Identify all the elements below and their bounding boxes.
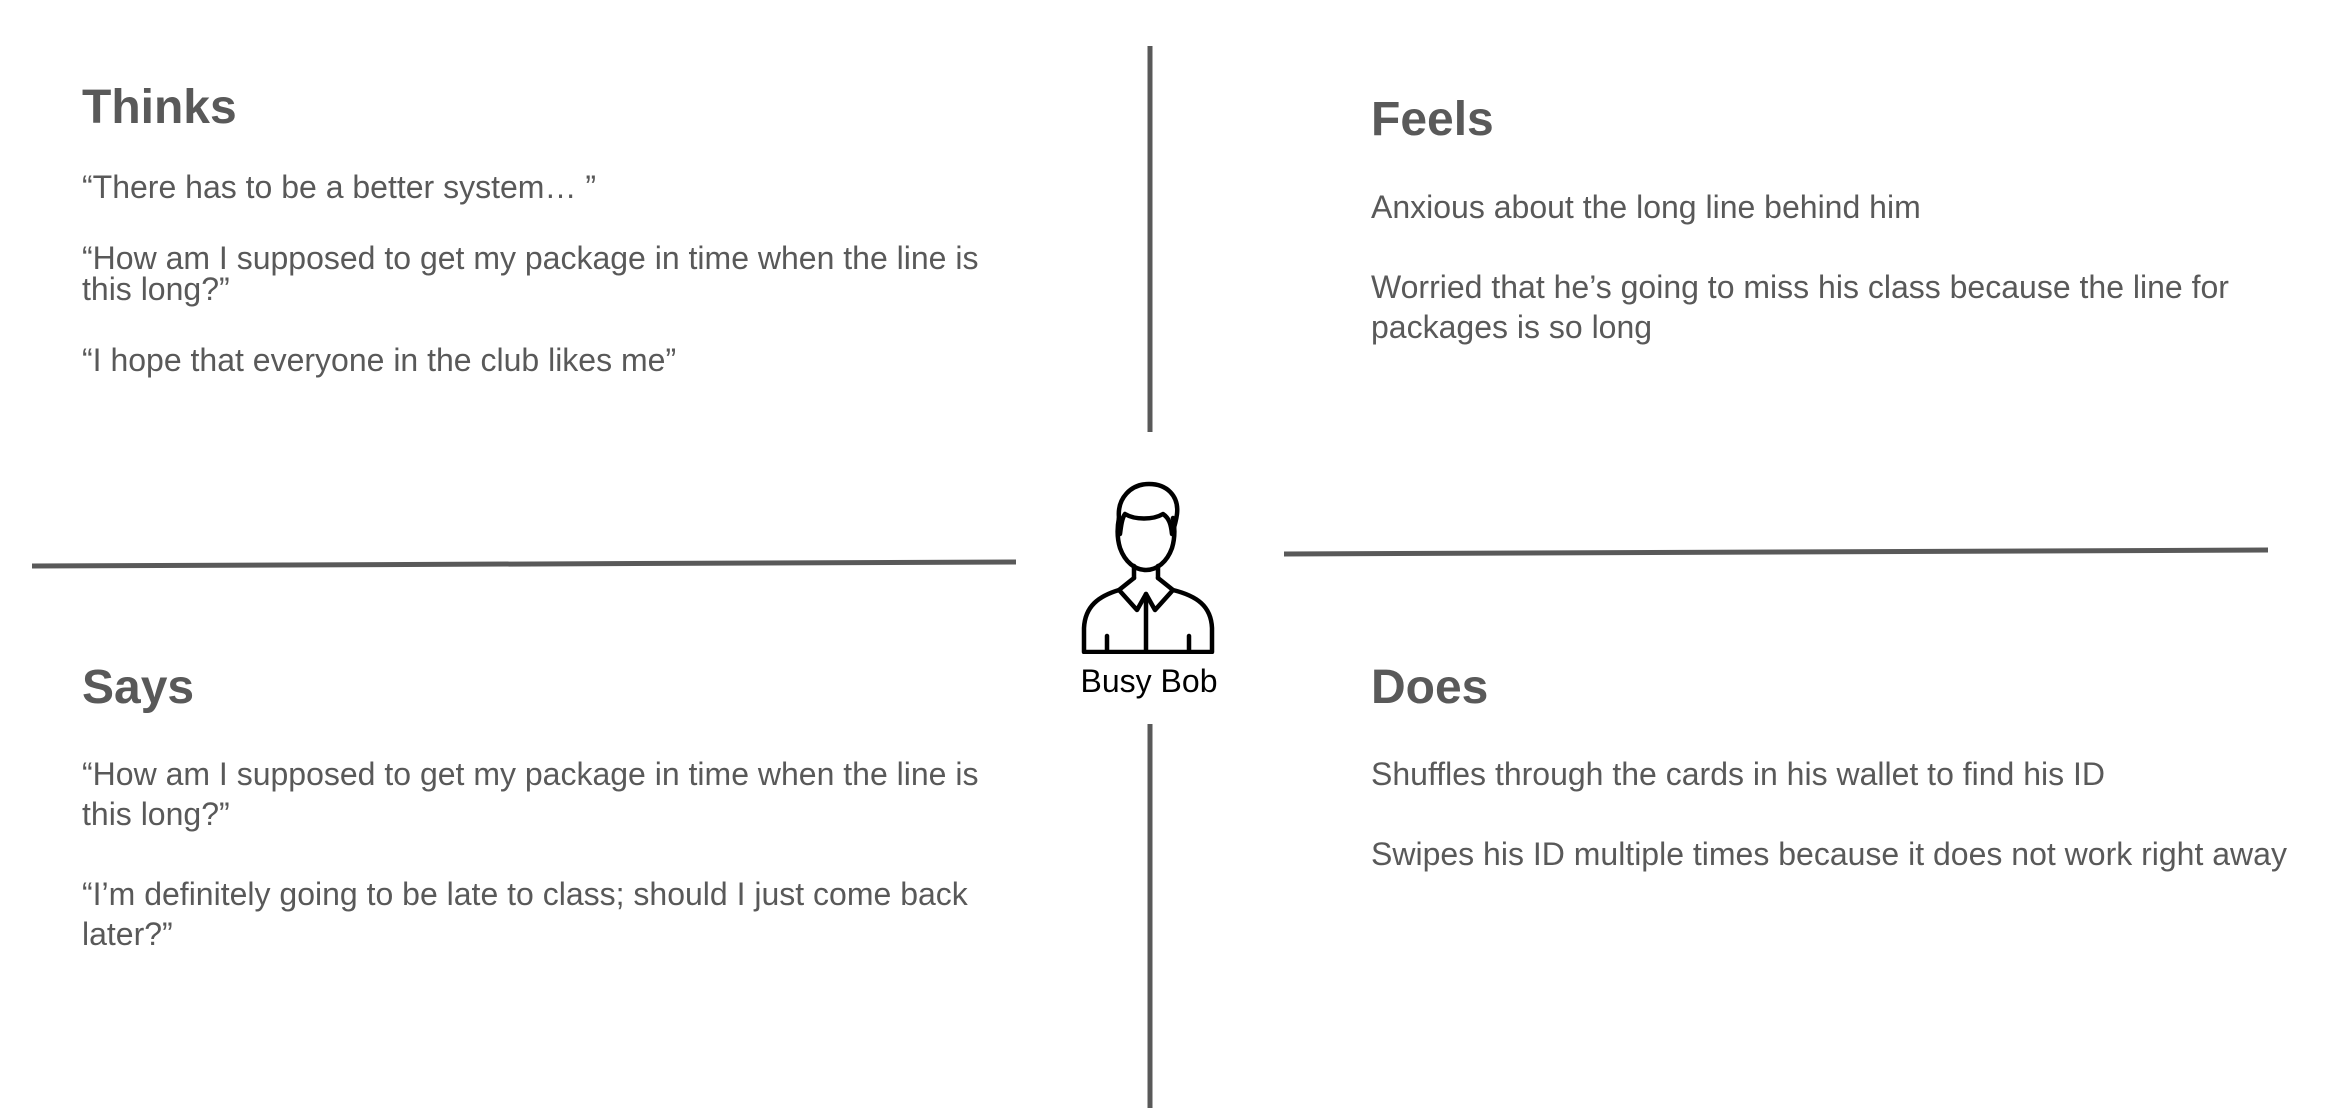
quadrant-thinks: Thinks “There has to be a better system…… bbox=[82, 81, 1022, 378]
feels-item: Worried that he’s going to miss his clas… bbox=[1371, 269, 2229, 345]
does-item: Shuffles through the cards in his wallet… bbox=[1371, 756, 2106, 792]
person-icon bbox=[1081, 481, 1215, 654]
does-title: Does bbox=[1371, 661, 1489, 714]
divider-bottom-vertical bbox=[1147, 724, 1153, 1108]
persona-name: Busy Bob bbox=[1080, 663, 1218, 699]
says-item: “I’m definitely going to be late to clas… bbox=[82, 876, 968, 952]
feels-item: Anxious about the long line behind him bbox=[1371, 189, 1921, 225]
thinks-item: “How am I supposed to get my package in … bbox=[82, 240, 979, 307]
quadrant-does: Does Shuffles through the cards in his w… bbox=[1371, 664, 2301, 874]
divider-top-vertical bbox=[1147, 46, 1153, 432]
divider-left-horizontal bbox=[31, 559, 1017, 569]
says-item: “How am I supposed to get my package in … bbox=[82, 756, 979, 832]
says-title: Says bbox=[82, 661, 195, 714]
thinks-item: “I hope that everyone in the club likes … bbox=[82, 342, 677, 378]
thinks-title: Thinks bbox=[82, 81, 237, 134]
quadrant-says: Says “How am I supposed to get my packag… bbox=[82, 664, 1022, 954]
quadrant-feels: Feels Anxious about the long line behind… bbox=[1371, 96, 2301, 347]
feels-title: Feels bbox=[1371, 93, 1494, 146]
does-item: Swipes his ID multiple times because it … bbox=[1371, 836, 2287, 872]
persona: Busy Bob bbox=[1064, 478, 1234, 698]
divider-right-horizontal bbox=[1283, 547, 2269, 557]
thinks-item: “There has to be a better system… ” bbox=[82, 169, 596, 205]
